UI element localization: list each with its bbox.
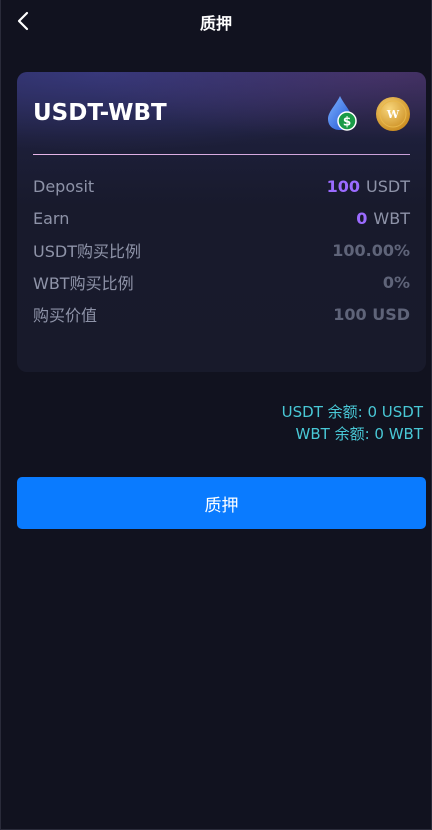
chevron-left-icon: [17, 11, 29, 31]
deposit-value: 100 USDT: [327, 177, 410, 196]
wbt-token-icon: W: [376, 97, 410, 131]
pair-title: USDT-WBT: [33, 100, 167, 126]
wbt-ratio-label: WBT购买比例: [33, 274, 134, 293]
deposit-label: Deposit: [33, 176, 95, 196]
usdt-balance: USDT 余额: 0 USDT: [281, 403, 423, 421]
deposit-amount: 100: [326, 176, 361, 196]
header: 质押: [1, 0, 431, 44]
purchase-value-value: 100 USD: [333, 304, 410, 324]
usdt-ratio-label: USDT购买比例: [33, 242, 141, 261]
info-list: Deposit 100 USDT Earn 0 WBT USDT购买比例 100.0…: [33, 170, 410, 330]
staking-card: USDT-WBT $ W Deposit 100 USDT Earn 0 WBT…: [17, 72, 426, 372]
earn-amount: 0: [356, 208, 368, 228]
earn-value: 0 WBT: [356, 209, 410, 228]
page-title: 质押: [199, 14, 232, 33]
usdt-token-icon: $: [328, 96, 357, 131]
usdt-ratio-row: USDT购买比例 100.00%: [33, 234, 410, 266]
wbt-ratio-row: WBT购买比例 0%: [33, 266, 410, 298]
usdt-ratio-value: 100.00%: [332, 240, 410, 260]
svg-text:W: W: [386, 108, 400, 121]
card-divider: [33, 154, 410, 155]
balances: USDT 余额: 0 USDT WBT 余额: 0 WBT: [282, 401, 423, 445]
stake-button[interactable]: 质押: [17, 477, 426, 529]
app-frame: 质押 USDT-WBT $ W Deposit 100 USDT Earn 0 …: [0, 0, 432, 830]
purchase-value-label: 购买价值: [33, 306, 98, 325]
wbt-ratio-value: 0%: [382, 272, 410, 292]
back-button[interactable]: [11, 8, 35, 34]
svg-text:$: $: [343, 115, 351, 129]
wbt-balance: WBT 余额: 0 WBT: [295, 425, 423, 443]
deposit-unit: USDT: [366, 176, 410, 196]
purchase-value-row: 购买价值 100 USD: [33, 298, 410, 330]
deposit-row: Deposit 100 USDT: [33, 170, 410, 202]
earn-label: Earn: [33, 208, 70, 228]
earn-row: Earn 0 WBT: [33, 202, 410, 234]
earn-unit: WBT: [373, 208, 410, 228]
